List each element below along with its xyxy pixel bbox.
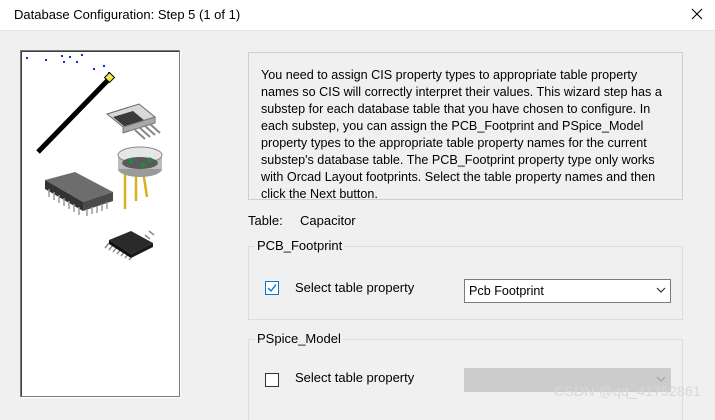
pspice-model-group: PSpice_Model Select table property [248,331,683,420]
pspice-model-checkbox[interactable] [265,373,279,387]
wizard-illustration-panel [20,50,180,397]
checkmark-icon [267,284,277,293]
smd-chip-icon [104,230,155,261]
table-name: Capacitor [300,213,356,228]
close-icon [691,8,703,20]
title-divider [0,30,715,31]
description-text: You need to assign CIS property types to… [261,68,662,200]
pcb-footprint-dropdown[interactable]: Pcb Footprint [464,279,671,303]
pspice-model-checkbox-label: Select table property [295,370,415,385]
wizard-illustration [26,54,163,261]
watermark: CSDN @qq_41752861 [554,383,701,399]
pcb-footprint-selected-value: Pcb Footprint [469,284,544,298]
table-label: Table: [248,213,283,228]
pcb-footprint-group: PCB_Footprint Select table property Pcb … [248,238,683,320]
pcb-footprint-checkbox[interactable] [265,281,279,295]
close-button[interactable] [685,2,709,26]
sparkle-dots [26,54,110,74]
dip-chip-icon [45,172,113,216]
pspice-model-group-title: PSpice_Model [255,331,343,346]
magic-wand-icon [36,71,116,154]
description-box: You need to assign CIS property types to… [248,52,683,200]
pcb-footprint-group-title: PCB_Footprint [255,238,345,253]
power-transistor-icon [105,103,161,140]
title-bar: Database Configuration: Step 5 (1 of 1) [0,0,715,30]
pcb-footprint-checkbox-label: Select table property [295,280,415,295]
window-title: Database Configuration: Step 5 (1 of 1) [14,7,241,22]
chevron-down-icon [656,376,666,382]
metal-can-transistor-icon [117,146,163,209]
chevron-down-icon [656,287,666,293]
